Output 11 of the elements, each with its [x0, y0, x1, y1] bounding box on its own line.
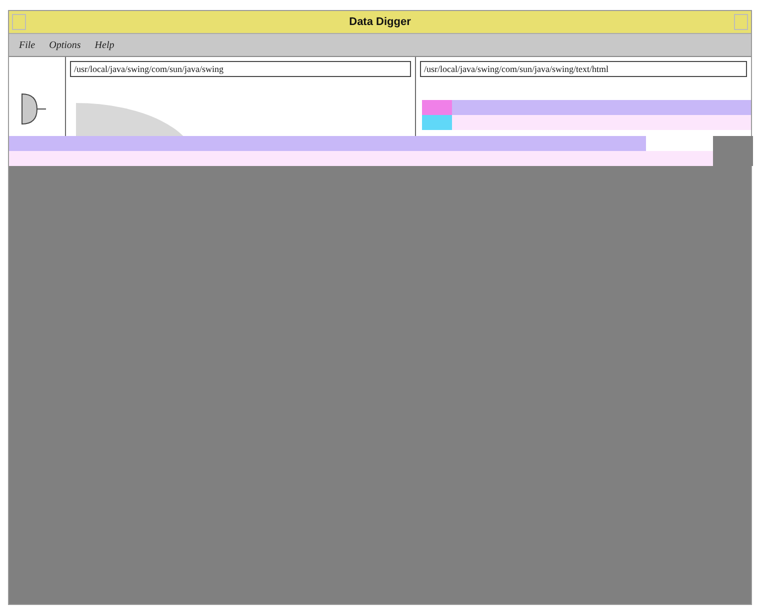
window-menu-button[interactable]	[12, 14, 26, 30]
window-resize-button[interactable]	[734, 14, 748, 30]
menu-item[interactable]: Help	[94, 40, 114, 50]
half-circle-node-icon	[21, 92, 47, 126]
color-swatch	[422, 100, 452, 115]
path-field[interactable]: /usr/local/java/swing/com/sun/java/swing	[70, 61, 411, 77]
menu-item[interactable]: Options	[49, 40, 81, 50]
path-field[interactable]: /usr/local/java/swing/com/sun/java/swing/text/html	[420, 61, 747, 77]
color-swatch	[422, 115, 452, 130]
menu-item[interactable]: File	[19, 40, 36, 50]
window-title: Data Digger	[348, 16, 412, 28]
